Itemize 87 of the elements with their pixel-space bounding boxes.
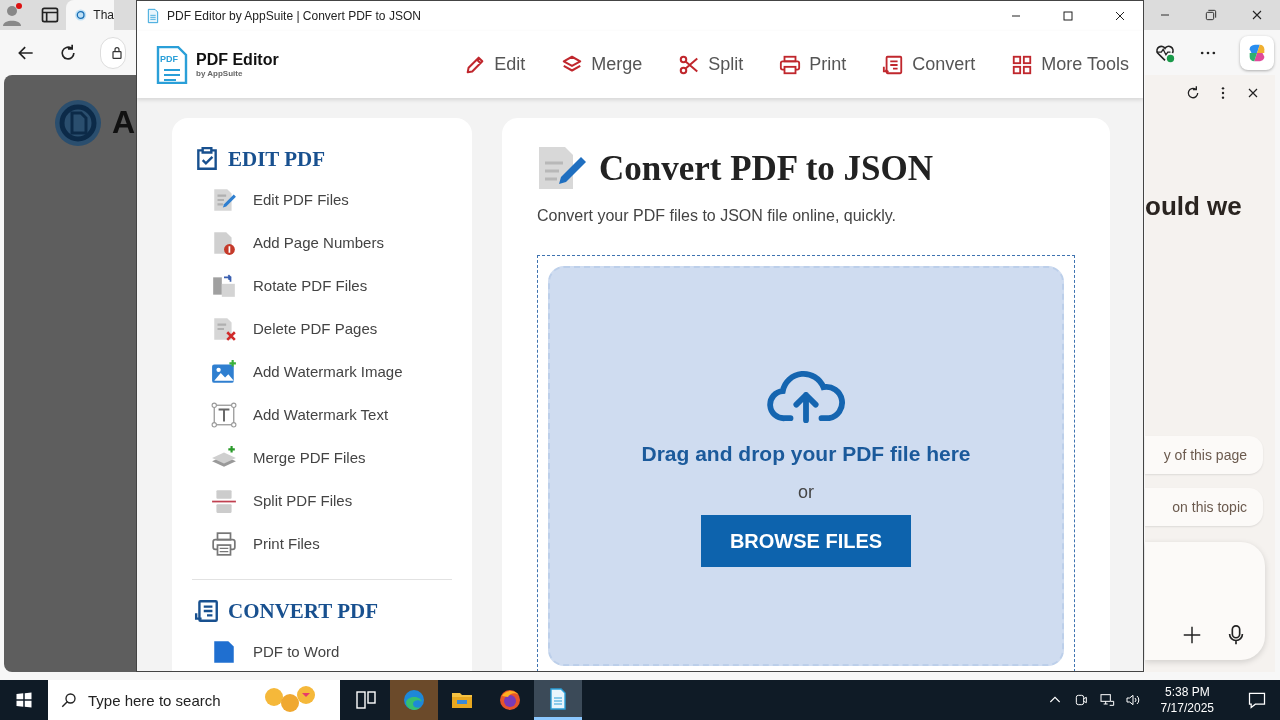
sidebar-item[interactable]: Rotate PDF Files [194, 264, 452, 307]
document-pencil-icon [211, 186, 237, 213]
logo-document-icon [156, 45, 188, 84]
sidebar-item[interactable]: Print Files [194, 522, 452, 565]
restore-icon[interactable] [1203, 7, 1219, 23]
sidebar-item-label: Split PDF Files [253, 492, 353, 509]
search-icon [60, 691, 78, 709]
window-title: PDF Editor by AppSuite | Convert PDF to JSON [167, 9, 422, 23]
sidebar-item-label: Add Watermark Text [253, 406, 389, 423]
site-logo-icon [54, 99, 102, 147]
nav-link[interactable]: Convert [882, 53, 976, 76]
address-field[interactable] [100, 36, 126, 69]
sidebar-item[interactable]: Split PDF Files [194, 479, 452, 522]
sidebar-item[interactable]: Edit PDF Files [194, 178, 452, 221]
pdf-document-icon [145, 8, 161, 24]
tab-actions-icon[interactable] [40, 5, 60, 25]
sidebar-item[interactable]: Add Page Numbers [194, 221, 452, 264]
sidebar-item-label: Merge PDF Files [253, 449, 366, 466]
lock-icon [109, 44, 125, 61]
sidebar-item[interactable]: Add Watermark Image [194, 350, 452, 393]
clock-date[interactable]: 7/17/2025 [1160, 700, 1214, 716]
copilot-heading: ould we [1145, 191, 1243, 222]
document-icon [211, 638, 237, 665]
document-delete-icon [211, 315, 237, 342]
browse-files-button[interactable]: BROWSE FILES [701, 515, 911, 567]
sidebar-item-label: Edit PDF Files [253, 191, 349, 208]
printer-icon [211, 530, 237, 557]
suggestion-chip[interactable]: on this topic [1145, 488, 1263, 526]
logo-label: PDF [160, 53, 178, 64]
notification-icon[interactable] [1247, 690, 1267, 710]
sidebar-item[interactable]: PDF to Word [194, 630, 452, 671]
page-subtitle: Convert your PDF files to JSON file online, quickly. [537, 207, 897, 225]
plus-icon[interactable] [1181, 624, 1203, 646]
sidebar-item-label: PDF to Word [253, 643, 340, 660]
document-number-icon [211, 229, 237, 256]
clipboard-check-icon [194, 146, 220, 172]
drop-instruction: Drag and drop your PDF file here [641, 442, 971, 466]
nav-link[interactable]: Split [678, 53, 744, 76]
document-list-icon [194, 598, 220, 624]
sidebar-item[interactable]: Add Watermark Text [194, 393, 452, 436]
sidebar-item-label: Print Files [253, 535, 320, 552]
document-list-icon [882, 53, 905, 76]
search-field[interactable]: Type here to search [48, 680, 340, 720]
documents-rotate-icon [211, 272, 237, 299]
task-view-icon [354, 688, 378, 712]
sidebar-item[interactable]: Delete PDF Pages [194, 307, 452, 350]
sidebar-item[interactable]: Merge PDF Files [194, 436, 452, 479]
section-title: CONVERT PDF [228, 598, 378, 624]
refresh-icon[interactable] [58, 42, 78, 63]
maximize-icon[interactable] [1060, 8, 1076, 24]
sidebar-item-label: Add Watermark Image [253, 363, 403, 380]
suggestion-chip[interactable]: y of this page [1145, 436, 1263, 474]
nav-link[interactable]: More Tools [1011, 53, 1129, 76]
page-title: Convert PDF to JSON [599, 149, 934, 189]
scissors-icon [678, 53, 701, 76]
sidebar-item-label: Delete PDF Pages [253, 320, 378, 337]
drop-zone[interactable]: Drag and drop your PDF file here or BROWSE FILES [548, 266, 1064, 666]
browser-tab[interactable]: Tha [66, 0, 114, 30]
firefox-icon [498, 688, 522, 712]
split-document-icon [211, 487, 237, 514]
grid-icon [1011, 53, 1034, 76]
app-tagline: by AppSuite [196, 69, 244, 78]
chat-input-field[interactable] [1145, 542, 1265, 660]
section-title: EDIT PDF [228, 146, 326, 172]
nav-link[interactable]: Edit [464, 53, 526, 76]
sidebar-item-label: Rotate PDF Files [253, 277, 368, 294]
page-heading: A [112, 103, 136, 142]
text-box-icon [211, 401, 237, 428]
or-text: or [798, 482, 814, 503]
refresh-icon[interactable] [1185, 85, 1201, 101]
network-icon[interactable] [1098, 692, 1115, 708]
copilot-button[interactable] [1240, 35, 1274, 70]
site-icon [74, 7, 88, 23]
tab-title: Tha [93, 8, 114, 22]
profile-icon[interactable] [0, 3, 24, 27]
nav-link[interactable]: Print [779, 53, 847, 76]
printer-icon [779, 53, 802, 76]
image-add-icon [211, 358, 237, 385]
edge-browser-icon [402, 688, 426, 712]
clock-time[interactable]: 5:38 PM [1164, 684, 1210, 700]
volume-icon[interactable] [1124, 692, 1141, 708]
app-name: PDF Editor [196, 51, 279, 69]
sidebar-item-label: Add Page Numbers [253, 234, 384, 251]
nav-link[interactable]: Merge [561, 53, 643, 76]
taskbar-app[interactable] [534, 680, 582, 720]
windows-logo-icon[interactable] [15, 691, 33, 709]
search-placeholder: Type here to search [88, 691, 222, 709]
